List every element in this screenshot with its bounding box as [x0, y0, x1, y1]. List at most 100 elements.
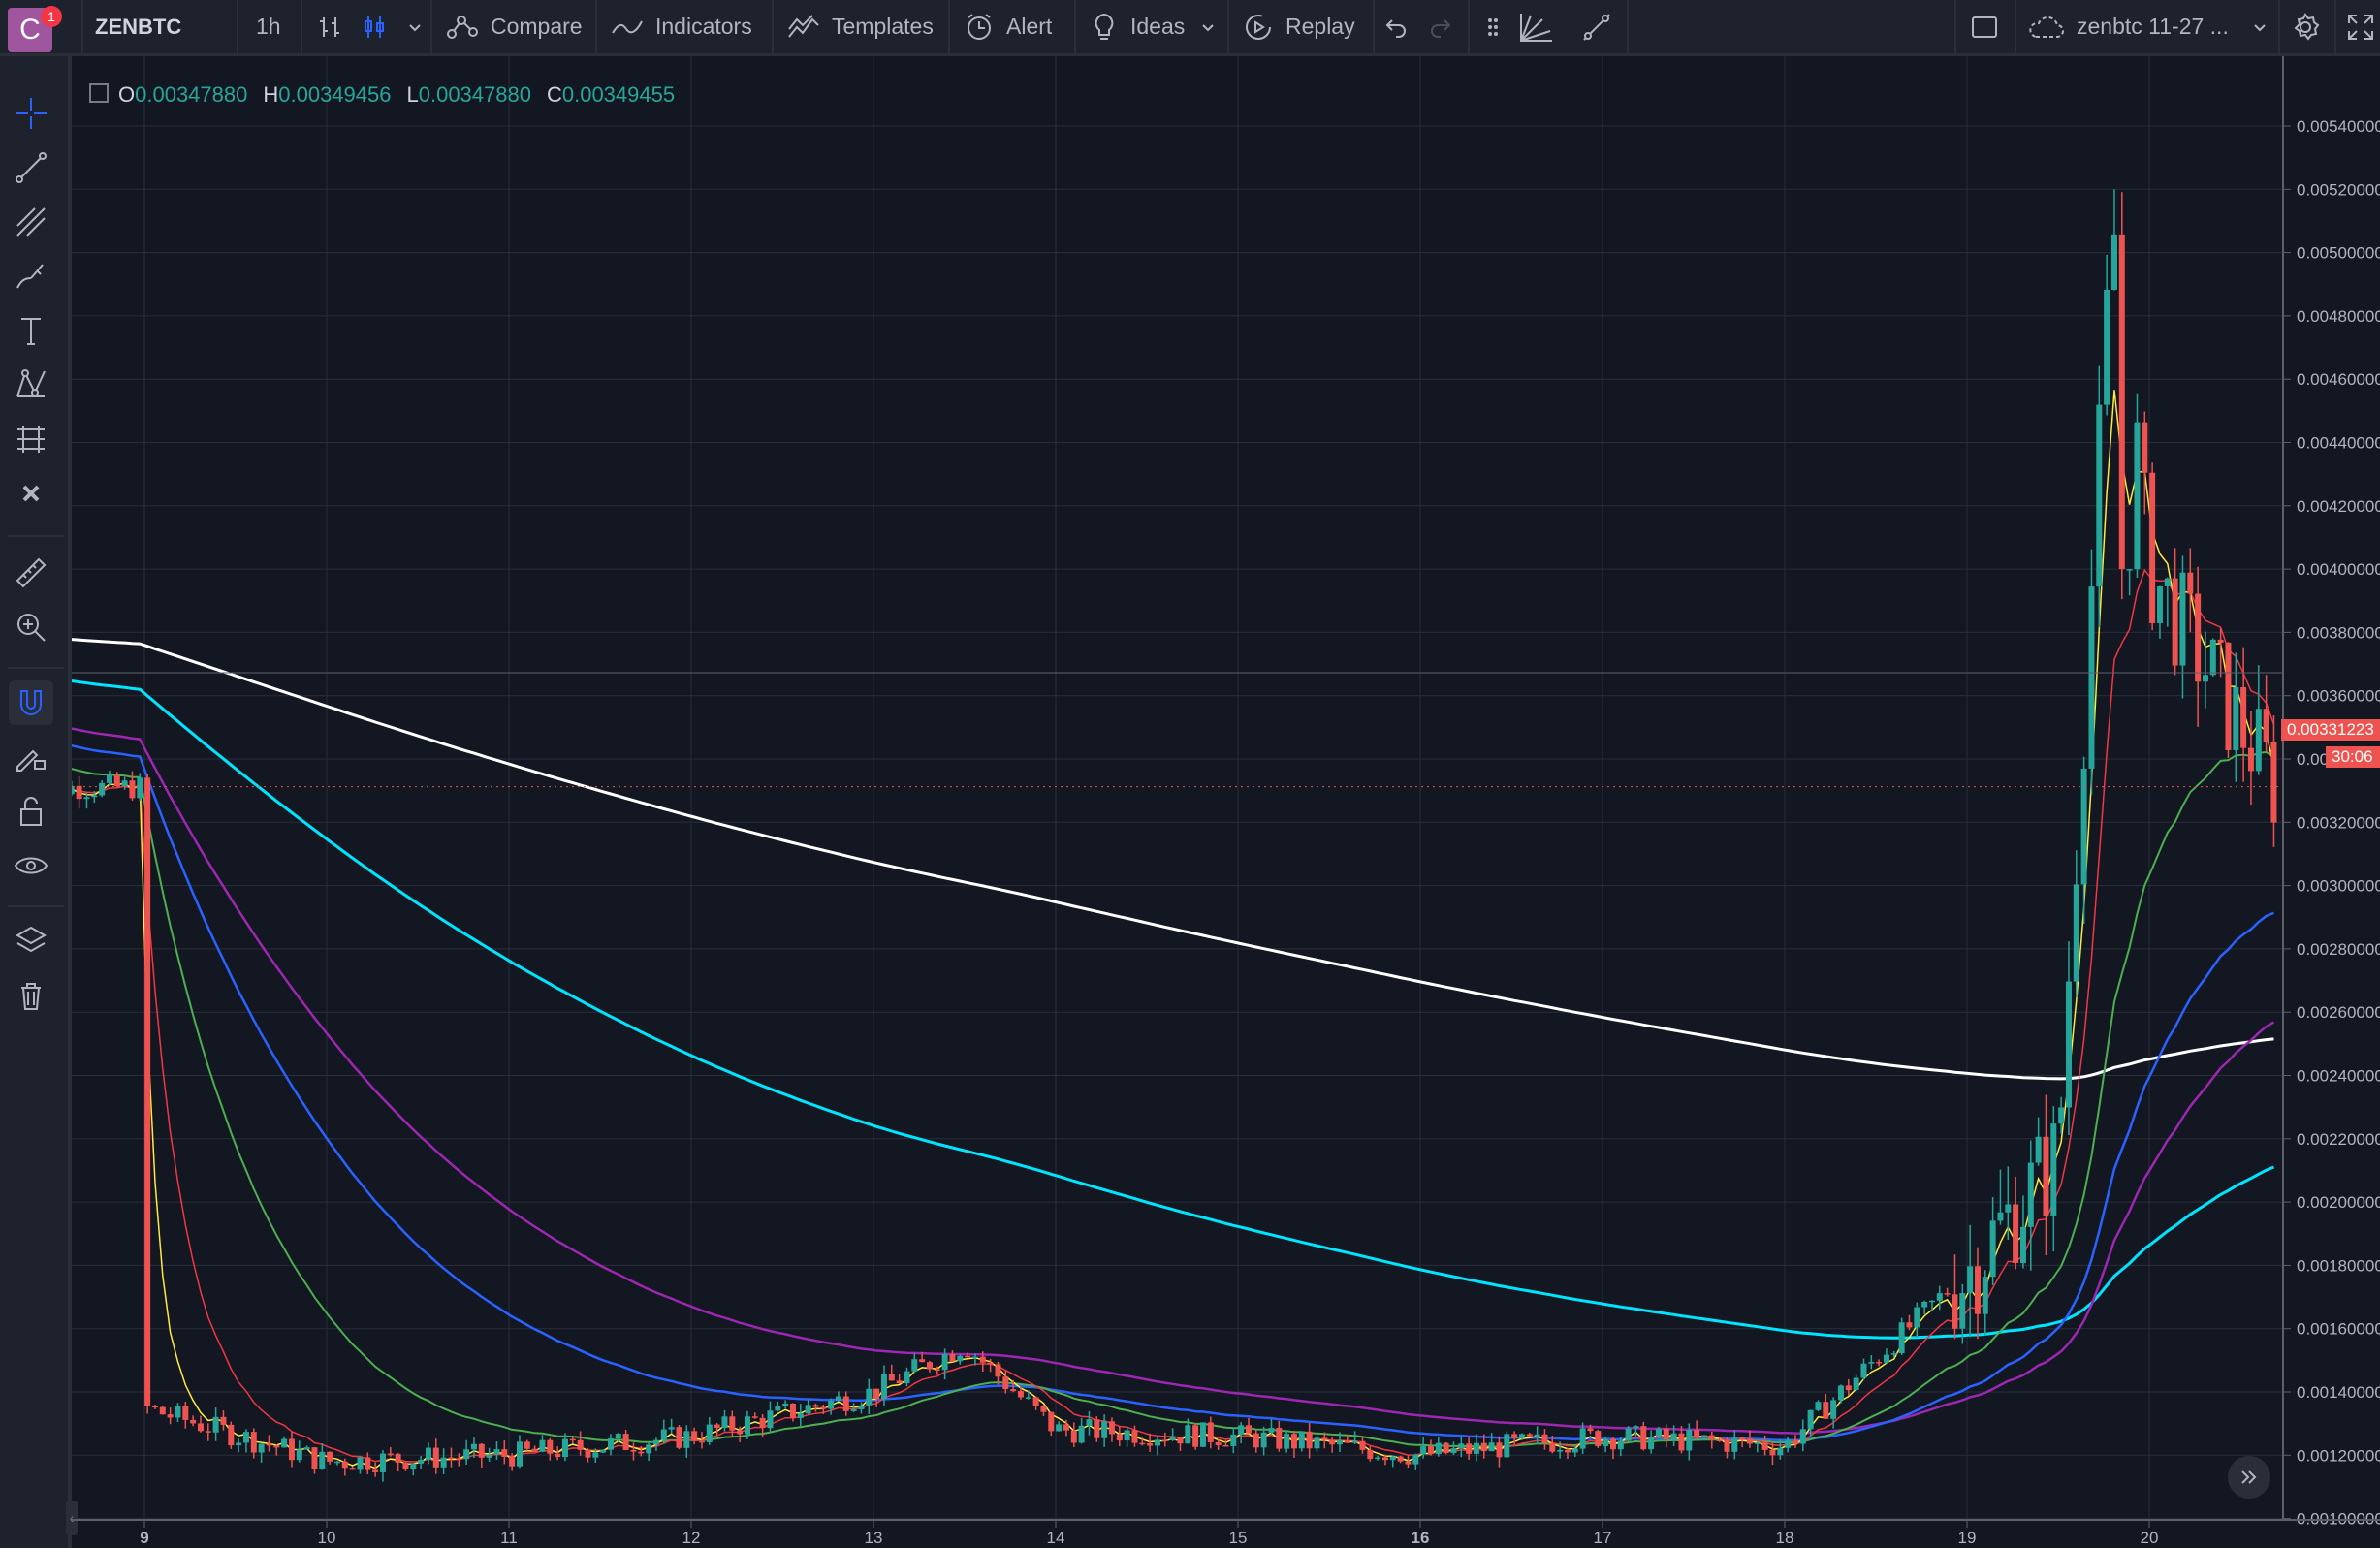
indicators-icon [612, 20, 643, 34]
unlock-icon [20, 797, 42, 826]
candle-body [888, 1374, 895, 1381]
toolbar-divider [1627, 0, 1629, 53]
candle-body [1230, 1434, 1237, 1446]
candle-body [2134, 422, 2141, 570]
candle-body [2187, 572, 2194, 594]
layout-menu-button[interactable]: zenbtc 11-27 ... [2026, 0, 2269, 53]
text-tool[interactable] [9, 308, 53, 353]
grip-icon [1488, 17, 1498, 36]
candle-body [1108, 1421, 1115, 1435]
magnet-icon [20, 690, 42, 715]
candle-body [1329, 1439, 1336, 1445]
remove-drawings-tool[interactable] [9, 471, 53, 516]
candle-body [896, 1380, 903, 1384]
moving-averages [72, 390, 2275, 1469]
candle-body [236, 1442, 242, 1446]
high-value: 0.00349456 [278, 82, 392, 107]
indicators-button[interactable]: Indicators [611, 0, 752, 53]
candle-body [547, 1439, 554, 1454]
candle-body [1199, 1422, 1206, 1447]
fullscreen-button[interactable] [2346, 0, 2375, 53]
trend-line-tool[interactable] [9, 145, 53, 190]
interval-button[interactable]: 1h [256, 0, 281, 53]
time-tick-label: 17 [1594, 1529, 1612, 1547]
alert-button[interactable]: Alert [964, 0, 1052, 53]
candle-body [190, 1419, 197, 1424]
candle-body [1876, 1362, 1883, 1364]
hide-drawings-tool[interactable] [9, 843, 53, 888]
prediction-tool[interactable] [9, 417, 53, 461]
candle-body [1222, 1444, 1229, 1447]
candle-body [1276, 1428, 1283, 1449]
pitchfork-tool[interactable] [9, 200, 53, 244]
candle-body [425, 1447, 431, 1461]
candle-body [751, 1416, 758, 1418]
price-chart[interactable]: 0.00540000 0.00520000 0.00500000 0.00480000… [72, 56, 2380, 1548]
chart-type-dropdown[interactable] [405, 0, 425, 53]
toolbar-divider [237, 0, 238, 53]
candles-style-button[interactable] [361, 0, 388, 53]
ma-cyan-line [72, 679, 2275, 1340]
undo-button[interactable] [1384, 0, 1410, 53]
bars-icon [320, 16, 339, 37]
drag-handle[interactable] [1487, 0, 1499, 53]
candle-body [1686, 1430, 1693, 1451]
candle-body [797, 1413, 804, 1418]
symbol-search-button[interactable]: ZENBTC [95, 0, 181, 53]
brush-tool[interactable] [9, 254, 53, 299]
lock-all-tool[interactable] [9, 789, 53, 834]
zoom-tool[interactable] [9, 605, 53, 649]
fib-tool-button[interactable] [1518, 0, 1555, 53]
candle-body [1670, 1433, 1677, 1439]
candle-body [303, 1447, 310, 1450]
crosshair-tool[interactable] [9, 91, 53, 136]
candle-body [1724, 1440, 1730, 1452]
candle-body [1443, 1442, 1449, 1453]
delete-tool[interactable] [9, 973, 53, 1018]
fullscreen-toggle-button[interactable] [1970, 0, 1999, 53]
candle-body [1466, 1443, 1473, 1454]
square-icon [1972, 16, 1997, 38]
pattern-tool[interactable] [9, 363, 53, 407]
candle-body [1815, 1402, 1822, 1410]
candle-body [1435, 1442, 1442, 1455]
candle-body [555, 1453, 561, 1458]
candle-body [1238, 1425, 1245, 1435]
candle-body [288, 1438, 295, 1461]
redo-button[interactable] [1427, 0, 1452, 53]
ideas-button[interactable]: Ideas [1090, 0, 1218, 53]
candle-body [911, 1359, 918, 1372]
templates-button[interactable]: Templates [787, 0, 934, 53]
toolbar-divider [430, 0, 432, 53]
candle-body [144, 777, 151, 1406]
ruler-tool[interactable] [9, 551, 53, 595]
candle-body [1397, 1456, 1404, 1462]
settings-button[interactable] [2290, 0, 2321, 53]
magnet-mode-tool[interactable] [9, 680, 53, 725]
bar-style-button[interactable] [316, 0, 343, 53]
lock-drawing-tool[interactable] [9, 735, 53, 779]
candle-body [1936, 1293, 1943, 1301]
candle-body [1731, 1437, 1738, 1452]
candle-body [1351, 1440, 1358, 1443]
toolbar-divider [2334, 0, 2336, 53]
object-tree-tool[interactable] [9, 919, 53, 964]
legend-toggle-icon[interactable] [89, 83, 109, 103]
candle-body [1989, 1220, 1996, 1278]
candle-body [1617, 1440, 1624, 1450]
scroll-to-realtime-button[interactable] [2228, 1456, 2270, 1499]
candle-body [1579, 1428, 1586, 1449]
candle-body [1290, 1434, 1297, 1449]
candle-body [1032, 1397, 1039, 1406]
candle-body [463, 1449, 470, 1460]
trendline-tool-button[interactable] [1580, 0, 1613, 53]
candles-icon [365, 16, 384, 38]
compare-icon [447, 15, 478, 39]
time-tick-label: 16 [1412, 1529, 1430, 1547]
compare-button[interactable]: Compare [446, 0, 583, 53]
candle-body [1823, 1402, 1829, 1419]
replay-button[interactable]: Replay [1243, 0, 1355, 53]
candle-body [197, 1423, 204, 1432]
candle-body [91, 795, 98, 798]
price-tick-label: 0.00140000 [2297, 1383, 2380, 1402]
